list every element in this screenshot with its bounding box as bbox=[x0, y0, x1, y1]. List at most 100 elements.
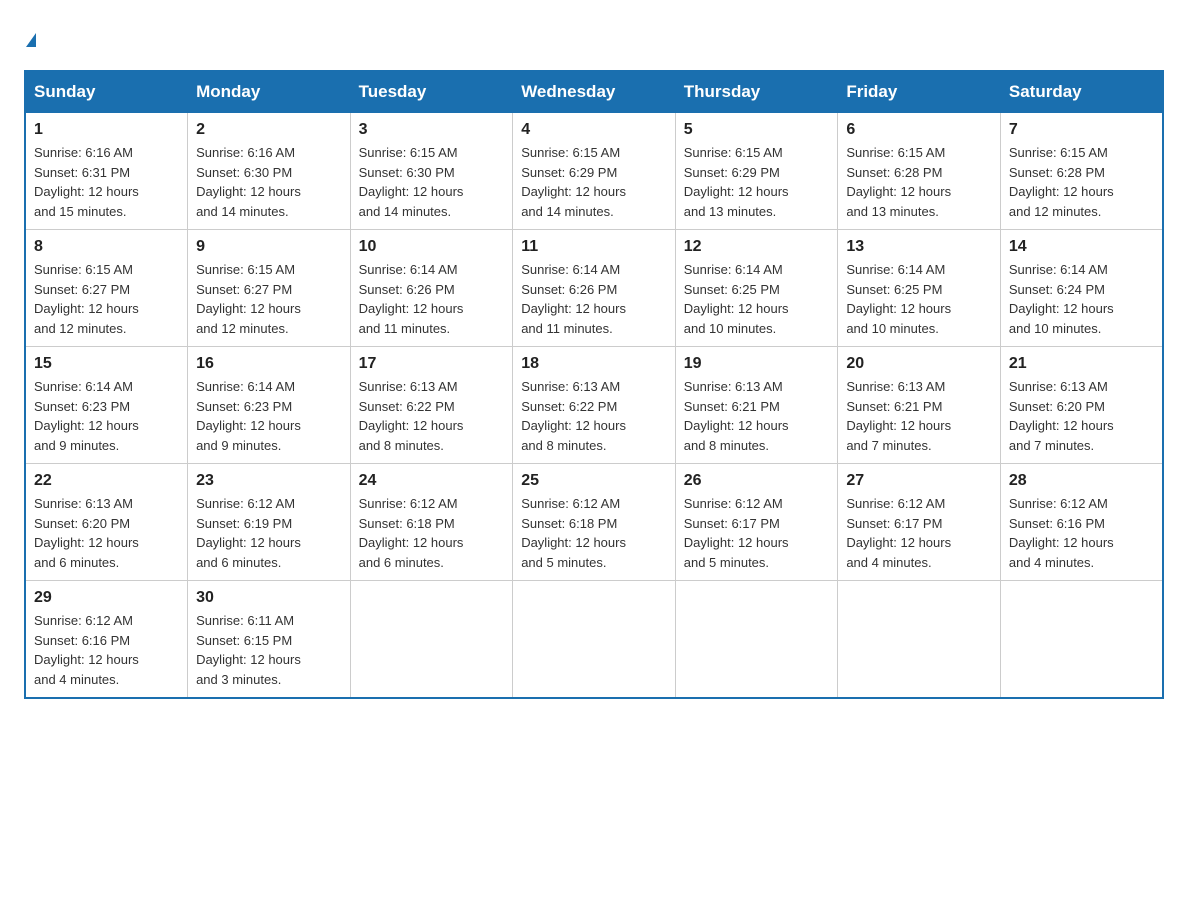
logo bbox=[24, 24, 36, 52]
day-info: Sunrise: 6:13 AMSunset: 6:22 PMDaylight:… bbox=[359, 379, 464, 453]
day-cell: 2 Sunrise: 6:16 AMSunset: 6:30 PMDayligh… bbox=[188, 113, 351, 230]
day-cell: 28 Sunrise: 6:12 AMSunset: 6:16 PMDaylig… bbox=[1000, 464, 1163, 581]
day-cell bbox=[1000, 581, 1163, 699]
day-cell: 10 Sunrise: 6:14 AMSunset: 6:26 PMDaylig… bbox=[350, 230, 513, 347]
header-cell-monday: Monday bbox=[188, 71, 351, 113]
day-number: 5 bbox=[684, 121, 830, 139]
day-number: 21 bbox=[1009, 355, 1154, 373]
day-cell: 5 Sunrise: 6:15 AMSunset: 6:29 PMDayligh… bbox=[675, 113, 838, 230]
day-number: 23 bbox=[196, 472, 342, 490]
day-cell: 21 Sunrise: 6:13 AMSunset: 6:20 PMDaylig… bbox=[1000, 347, 1163, 464]
week-row-4: 22 Sunrise: 6:13 AMSunset: 6:20 PMDaylig… bbox=[25, 464, 1163, 581]
day-cell: 30 Sunrise: 6:11 AMSunset: 6:15 PMDaylig… bbox=[188, 581, 351, 699]
day-cell bbox=[513, 581, 676, 699]
day-cell: 18 Sunrise: 6:13 AMSunset: 6:22 PMDaylig… bbox=[513, 347, 676, 464]
header-cell-friday: Friday bbox=[838, 71, 1001, 113]
day-cell: 25 Sunrise: 6:12 AMSunset: 6:18 PMDaylig… bbox=[513, 464, 676, 581]
day-cell: 14 Sunrise: 6:14 AMSunset: 6:24 PMDaylig… bbox=[1000, 230, 1163, 347]
day-number: 7 bbox=[1009, 121, 1154, 139]
logo-triangle bbox=[26, 33, 36, 47]
day-number: 13 bbox=[846, 238, 992, 256]
day-number: 17 bbox=[359, 355, 505, 373]
day-number: 9 bbox=[196, 238, 342, 256]
day-info: Sunrise: 6:15 AMSunset: 6:30 PMDaylight:… bbox=[359, 145, 464, 219]
day-number: 11 bbox=[521, 238, 667, 256]
calendar-table: SundayMondayTuesdayWednesdayThursdayFrid… bbox=[24, 70, 1164, 699]
week-row-2: 8 Sunrise: 6:15 AMSunset: 6:27 PMDayligh… bbox=[25, 230, 1163, 347]
day-number: 29 bbox=[34, 589, 179, 607]
day-cell: 22 Sunrise: 6:13 AMSunset: 6:20 PMDaylig… bbox=[25, 464, 188, 581]
page-header bbox=[24, 24, 1164, 52]
day-number: 25 bbox=[521, 472, 667, 490]
day-info: Sunrise: 6:13 AMSunset: 6:20 PMDaylight:… bbox=[1009, 379, 1114, 453]
day-cell: 6 Sunrise: 6:15 AMSunset: 6:28 PMDayligh… bbox=[838, 113, 1001, 230]
day-info: Sunrise: 6:13 AMSunset: 6:22 PMDaylight:… bbox=[521, 379, 626, 453]
day-info: Sunrise: 6:15 AMSunset: 6:29 PMDaylight:… bbox=[521, 145, 626, 219]
header-row: SundayMondayTuesdayWednesdayThursdayFrid… bbox=[25, 71, 1163, 113]
day-info: Sunrise: 6:15 AMSunset: 6:27 PMDaylight:… bbox=[34, 262, 139, 336]
day-number: 26 bbox=[684, 472, 830, 490]
day-cell bbox=[838, 581, 1001, 699]
day-cell: 26 Sunrise: 6:12 AMSunset: 6:17 PMDaylig… bbox=[675, 464, 838, 581]
day-cell: 16 Sunrise: 6:14 AMSunset: 6:23 PMDaylig… bbox=[188, 347, 351, 464]
day-cell: 20 Sunrise: 6:13 AMSunset: 6:21 PMDaylig… bbox=[838, 347, 1001, 464]
calendar-body: 1 Sunrise: 6:16 AMSunset: 6:31 PMDayligh… bbox=[25, 113, 1163, 699]
day-cell bbox=[675, 581, 838, 699]
day-cell: 1 Sunrise: 6:16 AMSunset: 6:31 PMDayligh… bbox=[25, 113, 188, 230]
day-number: 6 bbox=[846, 121, 992, 139]
day-info: Sunrise: 6:13 AMSunset: 6:20 PMDaylight:… bbox=[34, 496, 139, 570]
week-row-1: 1 Sunrise: 6:16 AMSunset: 6:31 PMDayligh… bbox=[25, 113, 1163, 230]
day-cell: 23 Sunrise: 6:12 AMSunset: 6:19 PMDaylig… bbox=[188, 464, 351, 581]
day-number: 12 bbox=[684, 238, 830, 256]
day-info: Sunrise: 6:14 AMSunset: 6:23 PMDaylight:… bbox=[196, 379, 301, 453]
day-info: Sunrise: 6:14 AMSunset: 6:24 PMDaylight:… bbox=[1009, 262, 1114, 336]
day-number: 18 bbox=[521, 355, 667, 373]
day-number: 14 bbox=[1009, 238, 1154, 256]
day-number: 16 bbox=[196, 355, 342, 373]
day-cell: 11 Sunrise: 6:14 AMSunset: 6:26 PMDaylig… bbox=[513, 230, 676, 347]
day-cell: 7 Sunrise: 6:15 AMSunset: 6:28 PMDayligh… bbox=[1000, 113, 1163, 230]
day-cell: 27 Sunrise: 6:12 AMSunset: 6:17 PMDaylig… bbox=[838, 464, 1001, 581]
day-number: 20 bbox=[846, 355, 992, 373]
calendar-header: SundayMondayTuesdayWednesdayThursdayFrid… bbox=[25, 71, 1163, 113]
logo-text bbox=[24, 24, 36, 52]
day-cell: 4 Sunrise: 6:15 AMSunset: 6:29 PMDayligh… bbox=[513, 113, 676, 230]
day-cell: 15 Sunrise: 6:14 AMSunset: 6:23 PMDaylig… bbox=[25, 347, 188, 464]
day-cell: 19 Sunrise: 6:13 AMSunset: 6:21 PMDaylig… bbox=[675, 347, 838, 464]
day-number: 4 bbox=[521, 121, 667, 139]
header-cell-saturday: Saturday bbox=[1000, 71, 1163, 113]
day-info: Sunrise: 6:12 AMSunset: 6:16 PMDaylight:… bbox=[34, 613, 139, 687]
day-info: Sunrise: 6:12 AMSunset: 6:19 PMDaylight:… bbox=[196, 496, 301, 570]
day-info: Sunrise: 6:16 AMSunset: 6:31 PMDaylight:… bbox=[34, 145, 139, 219]
day-cell: 3 Sunrise: 6:15 AMSunset: 6:30 PMDayligh… bbox=[350, 113, 513, 230]
day-cell: 13 Sunrise: 6:14 AMSunset: 6:25 PMDaylig… bbox=[838, 230, 1001, 347]
header-cell-wednesday: Wednesday bbox=[513, 71, 676, 113]
day-number: 2 bbox=[196, 121, 342, 139]
day-number: 3 bbox=[359, 121, 505, 139]
day-cell: 29 Sunrise: 6:12 AMSunset: 6:16 PMDaylig… bbox=[25, 581, 188, 699]
week-row-3: 15 Sunrise: 6:14 AMSunset: 6:23 PMDaylig… bbox=[25, 347, 1163, 464]
day-number: 8 bbox=[34, 238, 179, 256]
day-number: 28 bbox=[1009, 472, 1154, 490]
day-number: 30 bbox=[196, 589, 342, 607]
day-cell: 8 Sunrise: 6:15 AMSunset: 6:27 PMDayligh… bbox=[25, 230, 188, 347]
header-cell-sunday: Sunday bbox=[25, 71, 188, 113]
day-cell: 17 Sunrise: 6:13 AMSunset: 6:22 PMDaylig… bbox=[350, 347, 513, 464]
day-number: 10 bbox=[359, 238, 505, 256]
day-info: Sunrise: 6:15 AMSunset: 6:27 PMDaylight:… bbox=[196, 262, 301, 336]
day-info: Sunrise: 6:16 AMSunset: 6:30 PMDaylight:… bbox=[196, 145, 301, 219]
day-info: Sunrise: 6:11 AMSunset: 6:15 PMDaylight:… bbox=[196, 613, 301, 687]
day-info: Sunrise: 6:15 AMSunset: 6:28 PMDaylight:… bbox=[1009, 145, 1114, 219]
day-cell: 9 Sunrise: 6:15 AMSunset: 6:27 PMDayligh… bbox=[188, 230, 351, 347]
day-cell: 24 Sunrise: 6:12 AMSunset: 6:18 PMDaylig… bbox=[350, 464, 513, 581]
day-info: Sunrise: 6:13 AMSunset: 6:21 PMDaylight:… bbox=[684, 379, 789, 453]
day-info: Sunrise: 6:14 AMSunset: 6:26 PMDaylight:… bbox=[521, 262, 626, 336]
day-number: 24 bbox=[359, 472, 505, 490]
day-info: Sunrise: 6:12 AMSunset: 6:17 PMDaylight:… bbox=[846, 496, 951, 570]
day-info: Sunrise: 6:12 AMSunset: 6:18 PMDaylight:… bbox=[521, 496, 626, 570]
day-info: Sunrise: 6:14 AMSunset: 6:25 PMDaylight:… bbox=[684, 262, 789, 336]
day-cell bbox=[350, 581, 513, 699]
day-number: 19 bbox=[684, 355, 830, 373]
day-info: Sunrise: 6:12 AMSunset: 6:18 PMDaylight:… bbox=[359, 496, 464, 570]
day-info: Sunrise: 6:14 AMSunset: 6:25 PMDaylight:… bbox=[846, 262, 951, 336]
